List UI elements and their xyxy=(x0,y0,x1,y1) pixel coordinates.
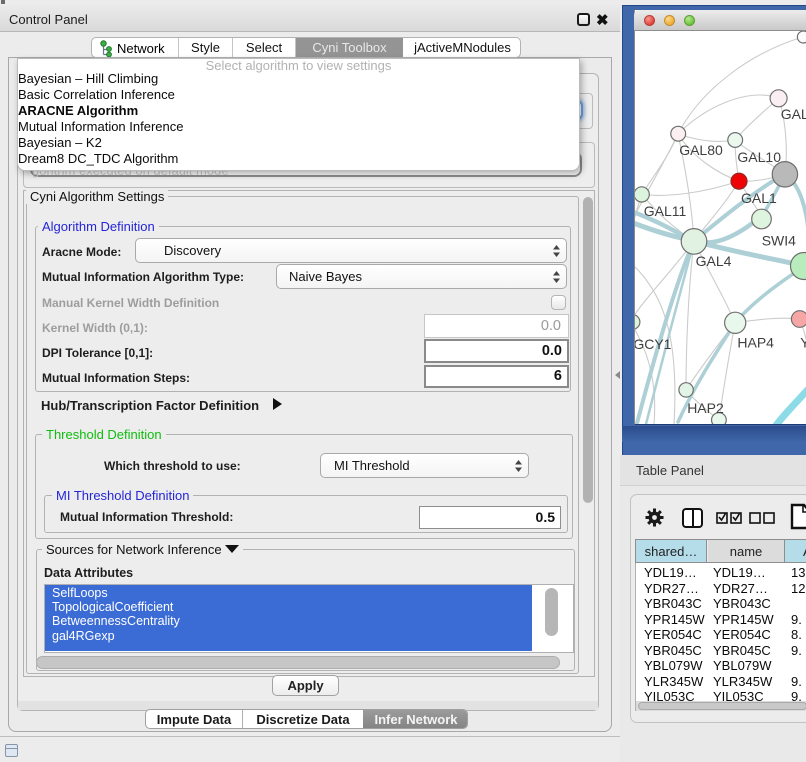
svg-text:GAL7: GAL7 xyxy=(781,106,806,122)
svg-text:SWI4: SWI4 xyxy=(762,233,796,249)
svg-text:GAL4: GAL4 xyxy=(696,253,732,269)
svg-text:GAL10: GAL10 xyxy=(737,149,781,165)
svg-text:HAP4: HAP4 xyxy=(737,335,774,351)
svg-text:GAL11: GAL11 xyxy=(644,203,687,219)
svg-text:GAL1: GAL1 xyxy=(741,190,777,206)
svg-text:YD: YD xyxy=(800,335,806,351)
svg-text:HAP2: HAP2 xyxy=(687,400,724,416)
svg-text:GCY1: GCY1 xyxy=(635,336,672,352)
svg-text:GAL80: GAL80 xyxy=(679,142,723,158)
